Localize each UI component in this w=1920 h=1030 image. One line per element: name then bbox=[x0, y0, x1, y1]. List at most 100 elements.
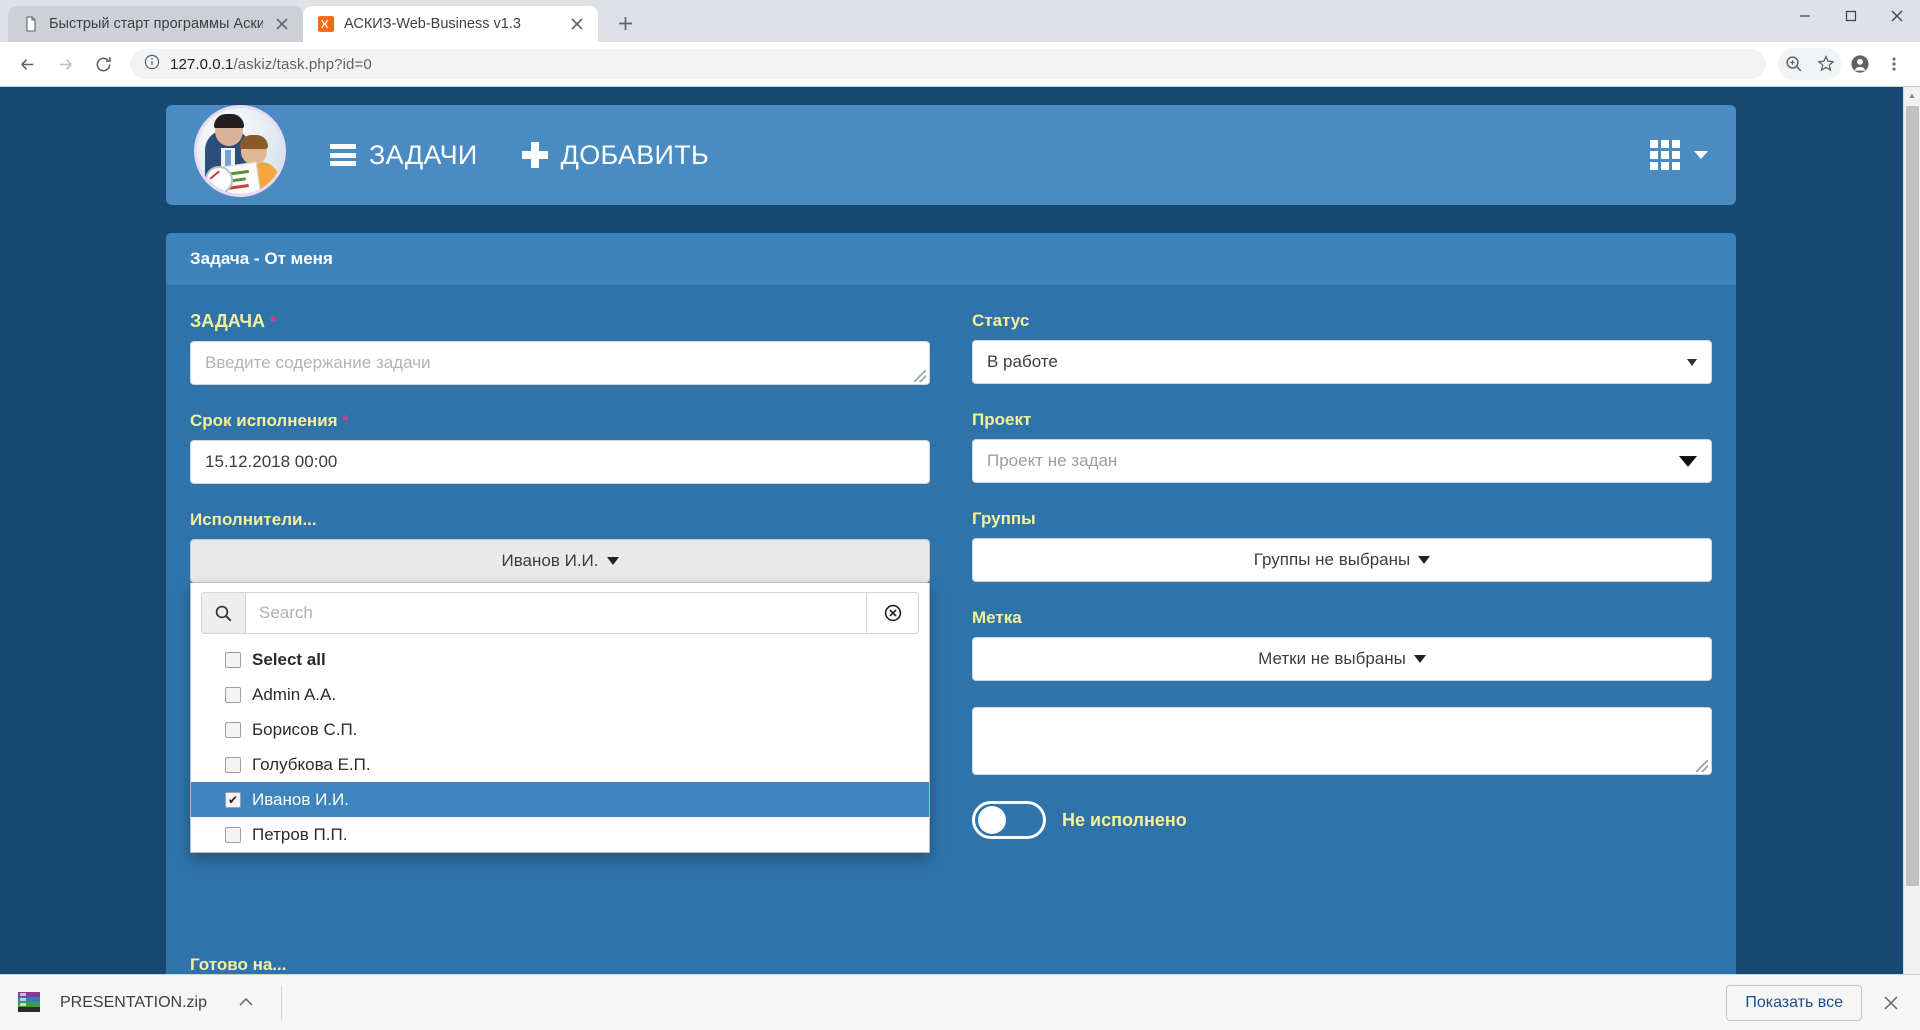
form-grid: ЗАДАЧА * Введите содержание задачи Срок … bbox=[190, 311, 1712, 853]
assignees-option-borisov[interactable]: Борисов С.П. bbox=[191, 712, 929, 747]
assignees-dropdown-menu: Search Select all Admin A.A. Борисов С.П… bbox=[190, 583, 930, 853]
profile-avatar-icon[interactable] bbox=[1844, 48, 1876, 80]
chevron-up-icon[interactable] bbox=[239, 995, 253, 1010]
resize-handle-icon[interactable] bbox=[914, 370, 926, 382]
form-column-right: Статус В работе Проект Проект не задан Г… bbox=[972, 311, 1712, 839]
grid-3x3-icon bbox=[1650, 140, 1680, 170]
field-assignees: Исполнители... Иванов И.И. Search Select… bbox=[190, 510, 930, 853]
field-groups-label: Группы bbox=[972, 509, 1036, 528]
field-task-label: ЗАДАЧА * bbox=[190, 311, 277, 331]
three-dot-menu-icon[interactable] bbox=[1878, 48, 1910, 80]
done-toggle-row: Не исполнено bbox=[972, 801, 1712, 839]
assignees-option-petrov[interactable]: Петров П.П. bbox=[191, 817, 929, 852]
bookmark-star-icon[interactable] bbox=[1810, 48, 1842, 80]
checkbox-unchecked[interactable] bbox=[225, 686, 241, 703]
done-toggle-switch[interactable] bbox=[972, 801, 1046, 839]
browser-tab-1-title: Быстрый старт программы Аски bbox=[49, 16, 263, 32]
winrar-archive-icon bbox=[16, 989, 46, 1017]
address-bar-path: /askiz/task.php?id=0 bbox=[233, 55, 372, 73]
task-card-header: Задача - От меня bbox=[166, 233, 1736, 285]
task-textarea[interactable]: Введите содержание задачи bbox=[190, 341, 930, 385]
browser-tab-2-close-icon[interactable] bbox=[568, 15, 586, 33]
navbar-item-add[interactable]: ДОБАВИТЬ bbox=[521, 139, 710, 171]
download-bar: PRESENTATION.zip Показать все bbox=[0, 974, 1920, 1030]
assignees-search-input[interactable]: Search bbox=[245, 592, 867, 634]
assignees-option-label: Голубкова Е.П. bbox=[252, 754, 371, 774]
description-textarea[interactable] bbox=[972, 707, 1712, 775]
field-status-label: Статус bbox=[972, 311, 1030, 330]
browser-tab-1-close-icon[interactable] bbox=[273, 15, 291, 33]
done-toggle-label: Не исполнено bbox=[1062, 809, 1187, 830]
page-scrollbar[interactable]: ▲ bbox=[1903, 87, 1920, 974]
navbar-apps-menu[interactable] bbox=[1650, 140, 1708, 170]
askiz-avatar-logo[interactable] bbox=[194, 105, 294, 205]
zoom-in-icon[interactable] bbox=[1778, 48, 1810, 80]
scroll-up-arrow-icon[interactable]: ▲ bbox=[1904, 87, 1920, 104]
status-select[interactable]: В работе bbox=[972, 340, 1712, 384]
checkbox-unchecked[interactable] bbox=[225, 826, 241, 843]
reload-button-icon[interactable] bbox=[86, 47, 120, 81]
checkbox-checked[interactable]: ✔ bbox=[225, 791, 241, 808]
assignees-dropdown-toggle[interactable]: Иванов И.И. bbox=[190, 539, 930, 583]
web-page: ЗАДАЧИ ДОБАВИТЬ Задача - От меня ЗАДАЧА … bbox=[0, 87, 1903, 974]
window-close-button[interactable] bbox=[1874, 0, 1920, 32]
toolbar-action-group bbox=[1778, 48, 1842, 80]
navbar-item-tasks[interactable]: ЗАДАЧИ bbox=[330, 140, 478, 171]
field-description bbox=[972, 707, 1712, 775]
field-progress-label: Готово на... bbox=[190, 955, 287, 974]
assignees-option-golubkova[interactable]: Голубкова Е.П. bbox=[191, 747, 929, 782]
assignees-option-admin[interactable]: Admin A.A. bbox=[191, 677, 929, 712]
status-select-value: В работе bbox=[987, 352, 1058, 371]
back-button-icon[interactable] bbox=[10, 47, 44, 81]
window-controls bbox=[1782, 0, 1920, 42]
page-icon bbox=[22, 16, 39, 33]
caret-down-icon bbox=[1418, 556, 1431, 564]
forward-button-icon[interactable] bbox=[48, 47, 82, 81]
checkbox-unchecked[interactable] bbox=[225, 721, 241, 738]
tasks-list-icon bbox=[330, 144, 356, 166]
window-minimize-button[interactable] bbox=[1782, 0, 1828, 32]
assignees-search-row: Search bbox=[191, 583, 929, 642]
caret-down-icon bbox=[1413, 655, 1426, 663]
assignees-option-ivanov[interactable]: ✔ Иванов И.И. bbox=[191, 782, 929, 817]
field-assignees-label: Исполнители... bbox=[190, 510, 317, 529]
new-tab-button[interactable] bbox=[608, 6, 642, 40]
caret-down-icon bbox=[1679, 455, 1697, 467]
browser-tab-2-title: АСКИЗ-Web-Business v1.3 bbox=[344, 16, 521, 32]
info-circle-icon[interactable] bbox=[144, 54, 160, 74]
field-project-label: Проект bbox=[972, 410, 1032, 429]
askiz-icon bbox=[317, 16, 334, 33]
task-textarea-placeholder: Введите содержание задачи bbox=[205, 353, 431, 372]
field-task: ЗАДАЧА * Введите содержание задачи bbox=[190, 311, 930, 385]
download-divider bbox=[280, 985, 282, 1020]
scrollbar-thumb[interactable] bbox=[1906, 106, 1919, 886]
deadline-input-value: 15.12.2018 00:00 bbox=[205, 452, 338, 471]
labels-dropdown-toggle[interactable]: Метки не выбраны bbox=[972, 637, 1712, 681]
project-select[interactable]: Проект не задан bbox=[972, 439, 1712, 483]
deadline-input[interactable]: 15.12.2018 00:00 bbox=[190, 440, 930, 484]
page-viewport: ЗАДАЧИ ДОБАВИТЬ Задача - От меня ЗАДАЧА … bbox=[0, 87, 1920, 974]
labels-dropdown-value: Метки не выбраны bbox=[1258, 649, 1406, 668]
clear-circle-x-icon[interactable] bbox=[867, 592, 919, 634]
task-card: Задача - От меня ЗАДАЧА * Введите содерж… bbox=[166, 233, 1736, 974]
groups-dropdown-toggle[interactable]: Группы не выбраны bbox=[972, 538, 1712, 582]
assignees-option-select-all[interactable]: Select all bbox=[191, 642, 929, 677]
download-item[interactable]: PRESENTATION.zip bbox=[16, 989, 275, 1017]
show-all-downloads-button[interactable]: Показать все bbox=[1726, 984, 1862, 1021]
required-marker: * bbox=[342, 413, 349, 430]
close-download-bar-icon[interactable] bbox=[1878, 995, 1904, 1011]
checkbox-unchecked[interactable] bbox=[225, 756, 241, 773]
field-labels: Метка Метки не выбраны bbox=[972, 608, 1712, 681]
resize-handle-icon[interactable] bbox=[1696, 760, 1708, 772]
browser-tab-1[interactable]: Быстрый старт программы Аски bbox=[8, 6, 303, 42]
tab-strip: Быстрый старт программы Аски АСКИЗ-Web-B… bbox=[0, 0, 1920, 42]
navbar-item-add-label: ДОБАВИТЬ bbox=[560, 139, 710, 170]
chevron-down-icon bbox=[1694, 151, 1708, 159]
address-bar[interactable]: 127.0.0.1/askiz/task.php?id=0 bbox=[130, 49, 1766, 79]
assignees-option-label: Петров П.П. bbox=[252, 824, 348, 844]
checkbox-unchecked[interactable] bbox=[225, 651, 241, 668]
window-maximize-button[interactable] bbox=[1828, 0, 1874, 32]
field-groups: Группы Группы не выбраны bbox=[972, 509, 1712, 582]
browser-tab-2[interactable]: АСКИЗ-Web-Business v1.3 bbox=[303, 6, 598, 42]
assignees-option-list: Select all Admin A.A. Борисов С.П. Голуб… bbox=[191, 642, 929, 852]
